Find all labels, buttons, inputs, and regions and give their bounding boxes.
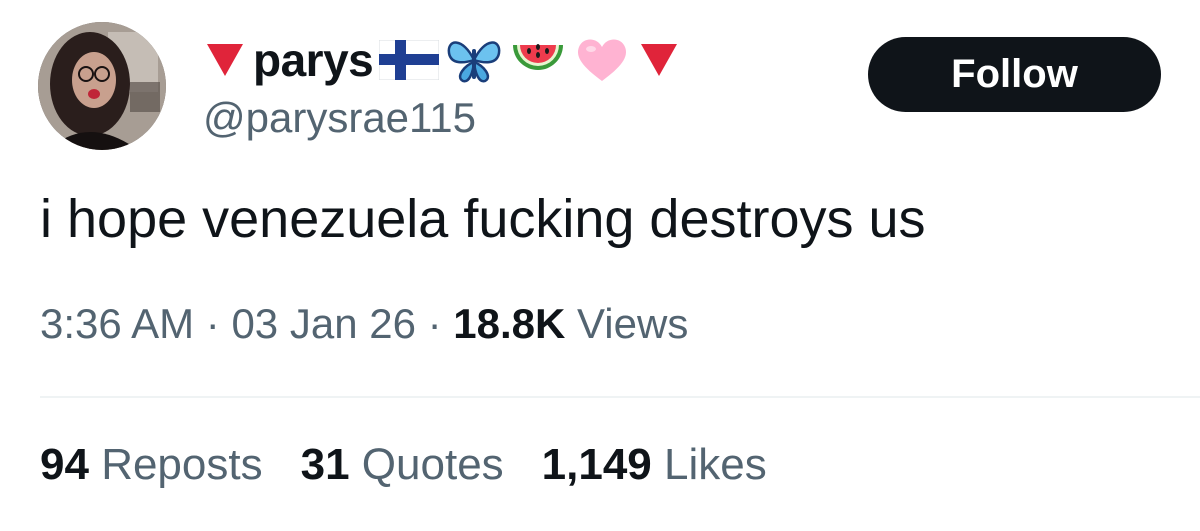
quotes-stat[interactable]: 31 Quotes — [301, 440, 504, 490]
likes-count: 1,149 — [541, 440, 652, 489]
tweet-text: i hope venezuela fucking destroys us — [40, 189, 926, 249]
author-display-name[interactable]: parys — [253, 33, 374, 87]
avatar-photo — [38, 22, 166, 150]
reposts-count: 94 — [40, 440, 89, 489]
tweet-time[interactable]: 3:36 AM — [40, 300, 194, 347]
likes-label: Likes — [664, 440, 767, 489]
quotes-count: 31 — [300, 440, 350, 489]
follow-button[interactable]: Follow — [868, 37, 1161, 112]
avatar[interactable] — [38, 22, 166, 150]
butterfly-icon — [445, 32, 503, 88]
author-name-row[interactable]: parys — [203, 28, 681, 92]
finland-flag-icon — [379, 32, 440, 88]
tweet-date[interactable]: 03 Jan 26 — [231, 300, 416, 347]
likes-stat[interactable]: 1,149 Likes — [542, 440, 767, 490]
engagement-stats: 94 Reposts 31 Quotes 1,149 Likes — [40, 440, 767, 490]
meta-separator: · — [427, 300, 442, 347]
quotes-label: Quotes — [361, 440, 504, 489]
reposts-stat[interactable]: 94 Reposts — [40, 440, 263, 490]
red-triangle-down-icon — [637, 32, 681, 88]
reposts-label: Reposts — [101, 440, 263, 489]
views-count: 18.8K — [453, 300, 566, 347]
meta-separator: · — [205, 300, 220, 347]
divider — [40, 396, 1200, 398]
watermelon-icon — [509, 32, 567, 88]
author-handle[interactable]: @parysrae115 — [203, 94, 476, 142]
views-label: Views — [577, 300, 689, 347]
pink-heart-icon — [573, 32, 631, 88]
tweet-meta: 3:36 AM · 03 Jan 26 · 18.8K Views — [40, 300, 688, 348]
red-triangle-down-icon — [203, 32, 247, 88]
